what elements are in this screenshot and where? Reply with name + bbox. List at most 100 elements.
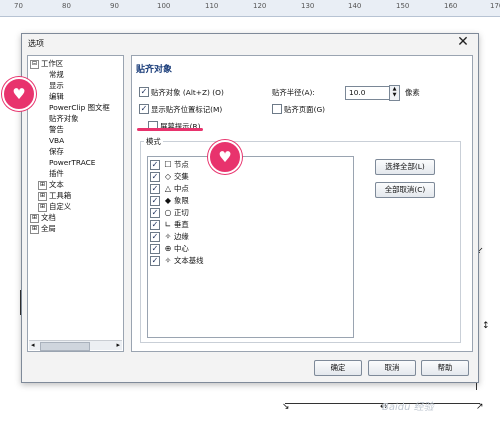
snap-radius-spinner[interactable]: ▲ ▼ bbox=[389, 85, 400, 101]
close-icon[interactable]: ✕ bbox=[456, 34, 470, 50]
mode-label: 边缘 bbox=[174, 232, 189, 241]
tree-item-label: 自定义 bbox=[49, 202, 72, 211]
ruler-label: 80 bbox=[62, 2, 71, 10]
show-marker-label: 显示贴齐位置标记(M) bbox=[151, 105, 223, 114]
expand-icon[interactable]: ⊞ bbox=[38, 202, 47, 212]
dialog-title: 选项 bbox=[28, 39, 44, 48]
mode-item-tangent[interactable]: ✓ ○ 正切 bbox=[148, 207, 348, 218]
tree-item-label: 警告 bbox=[49, 125, 64, 134]
resize-handle-icon[interactable]: ↘ bbox=[282, 403, 290, 412]
tree-item-text[interactable]: ⊞ 文本 bbox=[38, 179, 64, 190]
mode-item-quadrant[interactable]: ✓ ◆ 象限 bbox=[148, 195, 348, 206]
tree-item-label: 插件 bbox=[49, 169, 64, 178]
help-button[interactable]: 帮助 bbox=[421, 360, 469, 376]
tree-item-label: 常规 bbox=[49, 70, 64, 79]
tree-item-vba[interactable]: VBA bbox=[49, 135, 64, 146]
mode-label: 中点 bbox=[174, 184, 189, 193]
mode-item-perpendicular[interactable]: ✓ ∟ 垂直 bbox=[148, 219, 348, 230]
text-baseline-icon: ✧ bbox=[164, 256, 172, 265]
mode-checkbox[interactable]: ✓ bbox=[150, 244, 160, 254]
midpoint-icon: △ bbox=[164, 184, 172, 193]
mode-item-midpoint[interactable]: ✓ △ 中点 bbox=[148, 183, 348, 194]
mode-item-intersection[interactable]: ✓ ◇ 交集 bbox=[148, 171, 348, 182]
ruler-label: 140 bbox=[348, 2, 362, 10]
expand-icon[interactable]: ⊞ bbox=[30, 213, 39, 223]
mode-checkbox[interactable]: ✓ bbox=[150, 220, 160, 230]
mode-checkbox[interactable]: ✓ bbox=[150, 208, 160, 218]
mode-checkbox[interactable]: ✓ bbox=[150, 172, 160, 182]
show-marker-checkbox[interactable]: ✓ bbox=[139, 104, 149, 114]
mode-checkbox[interactable]: ✓ bbox=[150, 256, 160, 266]
collapse-icon[interactable]: ⊟ bbox=[30, 59, 39, 69]
select-all-button[interactable]: 选择全部(L) bbox=[375, 159, 435, 175]
tree-item-customize[interactable]: ⊞ 自定义 bbox=[38, 201, 71, 212]
heart-marker-icon: ♥ bbox=[208, 140, 242, 174]
snap-settings-panel: 贴齐对象 ✓ 贴齐对象 (Alt+Z) (O) ✓ 显示贴齐位置标记(M) 屏幕… bbox=[131, 55, 473, 352]
tree-item-powerclip[interactable]: PowerClip 图文框 bbox=[49, 102, 110, 113]
ruler-label: 160 bbox=[444, 2, 458, 10]
tree-item-workspace[interactable]: ⊟ 工作区 bbox=[30, 58, 63, 69]
ruler-label: 90 bbox=[110, 2, 119, 10]
tree-item-toolbox[interactable]: ⊞ 工具箱 bbox=[38, 190, 71, 201]
deselect-all-button[interactable]: 全部取消(C) bbox=[375, 182, 435, 198]
tree-item-label: 文本 bbox=[49, 180, 64, 189]
ruler-label: 150 bbox=[396, 2, 410, 10]
tree-item-label: 工作区 bbox=[41, 59, 64, 68]
tree-item-warnings[interactable]: 警告 bbox=[49, 124, 64, 135]
ruler-label: 130 bbox=[301, 2, 315, 10]
mode-label: 象限 bbox=[174, 196, 189, 205]
expand-icon[interactable]: ⊞ bbox=[38, 180, 47, 190]
center-icon: ⊕ bbox=[164, 244, 172, 253]
snap-page-checkbox[interactable] bbox=[272, 104, 282, 114]
tree-item-save[interactable]: 保存 bbox=[49, 146, 64, 157]
tree-item-plugins[interactable]: 插件 bbox=[49, 168, 64, 179]
horizontal-ruler: 70 80 90 100 110 120 130 140 150 160 170 bbox=[0, 0, 500, 17]
options-dialog: 选项 ✕ ⊟ 工作区 常规 显示 编辑 PowerClip 图文框 贴齐对象 警告… bbox=[21, 33, 479, 383]
tree-item-label: PowerTRACE bbox=[49, 158, 96, 167]
cancel-button[interactable]: 取消 bbox=[368, 360, 416, 376]
tree-item-edit[interactable]: 编辑 bbox=[49, 91, 64, 102]
tree-item-global[interactable]: ⊞ 全局 bbox=[30, 223, 56, 234]
mode-label: 垂直 bbox=[174, 220, 189, 229]
tree-item-label: PowerClip 图文框 bbox=[49, 103, 110, 112]
mode-checkbox[interactable]: ✓ bbox=[150, 196, 160, 206]
ruler-label: 70 bbox=[14, 2, 23, 10]
resize-handle-icon[interactable]: ↕ bbox=[482, 322, 490, 331]
tree-item-powertrace[interactable]: PowerTRACE bbox=[49, 157, 95, 168]
snap-radius-input[interactable]: 10.0 bbox=[345, 86, 390, 100]
tree-item-general[interactable]: 常规 bbox=[49, 69, 64, 80]
tree-item-snap-to-objects[interactable]: 贴齐对象 bbox=[49, 113, 79, 124]
mode-checkbox[interactable]: ✓ bbox=[150, 232, 160, 242]
mode-item-node[interactable]: ✓ ☐ 节点 bbox=[148, 159, 348, 170]
snap-objects-checkbox[interactable]: ✓ bbox=[139, 87, 149, 97]
panel-heading: 贴齐对象 bbox=[136, 65, 173, 75]
expand-icon[interactable]: ⊞ bbox=[38, 191, 47, 201]
scrollbar-thumb[interactable] bbox=[40, 342, 90, 351]
expand-icon[interactable]: ⊞ bbox=[30, 224, 39, 234]
mode-list: ✓ ☐ 节点 ✓ ◇ 交集 ✓ △ 中点 ✓ ◆ 象限 ✓ ○ 正切 ✓ ∟ 垂… bbox=[147, 156, 354, 338]
ruler-label: 110 bbox=[205, 2, 219, 10]
mode-label: 正切 bbox=[174, 208, 189, 217]
tree-item-label: 文档 bbox=[41, 213, 56, 222]
tree-item-display[interactable]: 显示 bbox=[49, 80, 64, 91]
intersection-icon: ◇ bbox=[164, 172, 172, 181]
tree-item-label: VBA bbox=[49, 136, 65, 145]
mode-label: 中心 bbox=[174, 244, 189, 253]
mode-item-center[interactable]: ✓ ⊕ 中心 bbox=[148, 243, 348, 254]
scroll-right-icon[interactable]: ▸ bbox=[116, 341, 120, 350]
horizontal-scrollbar[interactable]: ◂ ▸ bbox=[29, 340, 122, 351]
mode-label: 文本基线 bbox=[174, 256, 204, 265]
mode-checkbox[interactable]: ✓ bbox=[150, 184, 160, 194]
tree-item-label: 保存 bbox=[49, 147, 64, 156]
scroll-left-icon[interactable]: ◂ bbox=[31, 341, 35, 350]
tree-item-label: 工具箱 bbox=[49, 191, 72, 200]
mode-checkbox[interactable]: ✓ bbox=[150, 160, 160, 170]
ok-button[interactable]: 确定 bbox=[314, 360, 362, 376]
mode-item-edge[interactable]: ✓ ✧ 边缘 bbox=[148, 231, 348, 242]
heart-marker-icon: ♥ bbox=[2, 77, 36, 111]
mode-item-text-baseline[interactable]: ✓ ✧ 文本基线 bbox=[148, 255, 348, 266]
tree-item-document[interactable]: ⊞ 文档 bbox=[30, 212, 56, 223]
quadrant-icon: ◆ bbox=[164, 196, 172, 205]
resize-handle-icon[interactable]: ↗ bbox=[476, 403, 484, 412]
edge-icon: ✧ bbox=[164, 232, 172, 241]
